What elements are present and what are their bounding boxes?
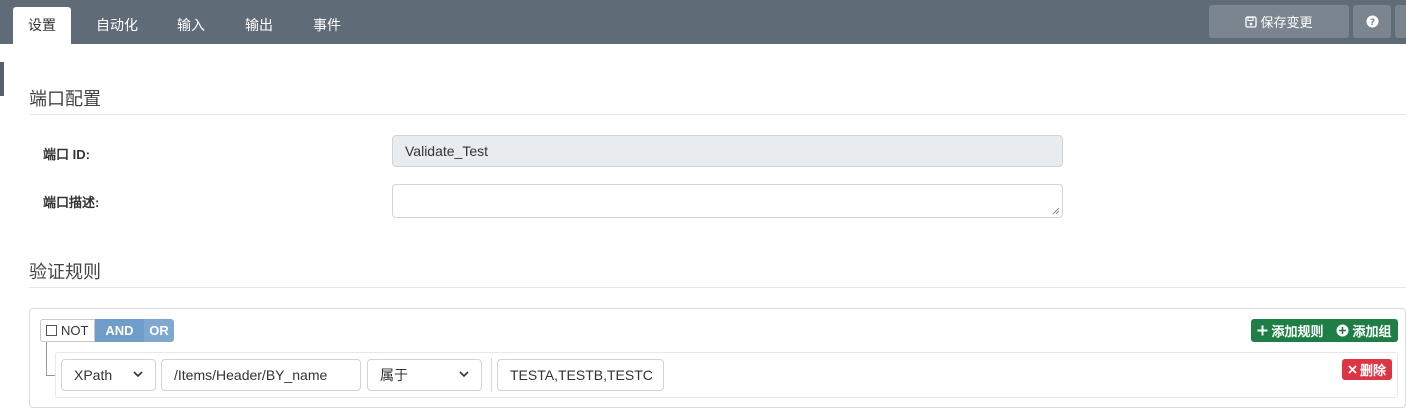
add-group-button[interactable]: 添加组: [1330, 319, 1398, 342]
plus-icon: [1257, 325, 1268, 336]
port-description-label: 端口描述:: [43, 195, 100, 210]
left-edge-strip: [0, 62, 4, 96]
field-select[interactable]: XPath: [61, 359, 156, 391]
tree-connector: [46, 342, 47, 376]
floppy-disk-icon: [1245, 15, 1258, 28]
operator-select-value: 属于: [380, 367, 408, 383]
delete-rule-button[interactable]: 删除: [1342, 359, 1392, 380]
resize-grip-icon[interactable]: [1052, 207, 1060, 215]
top-tab-bar: 设置 自动化 输入 输出 事件 保存变更 ?: [0, 0, 1406, 44]
not-label: NOT: [61, 323, 89, 338]
xpath-input[interactable]: /Items/Header/BY_name: [161, 359, 361, 391]
port-id-label: 端口 ID:: [43, 147, 90, 162]
tab-output[interactable]: 输出: [232, 7, 286, 44]
svg-text:?: ?: [1369, 18, 1374, 28]
close-icon: [1348, 365, 1357, 374]
tab-events[interactable]: 事件: [300, 7, 354, 44]
or-button[interactable]: OR: [144, 319, 174, 342]
tab-automation[interactable]: 自动化: [85, 7, 149, 44]
value-input[interactable]: TESTA,TESTB,TESTC: [497, 359, 664, 391]
add-rule-button[interactable]: 添加规则: [1251, 319, 1330, 342]
operator-select[interactable]: 属于: [367, 359, 482, 391]
not-toggle[interactable]: NOT: [40, 319, 95, 342]
divider: [29, 287, 1406, 288]
question-circle-icon: ?: [1366, 15, 1378, 28]
help-button[interactable]: ?: [1353, 5, 1391, 38]
plus-circle-icon: [1336, 324, 1349, 337]
save-changes-button[interactable]: 保存变更: [1209, 5, 1349, 38]
chevron-down-icon: [133, 371, 143, 378]
save-changes-label: 保存变更: [1260, 15, 1313, 30]
tab-input[interactable]: 输入: [164, 7, 218, 44]
checkbox-icon[interactable]: [46, 325, 57, 336]
toolbar-overflow-button[interactable]: [1395, 5, 1406, 38]
add-rule-label: 添加规则: [1271, 324, 1324, 339]
delete-rule-label: 删除: [1359, 363, 1386, 378]
value-separator: [491, 358, 492, 392]
and-button[interactable]: AND: [95, 319, 144, 342]
tab-settings[interactable]: 设置: [13, 7, 71, 44]
port-config-heading: 端口配置: [29, 89, 101, 109]
port-id-field[interactable]: Validate_Test: [392, 135, 1063, 167]
port-description-field[interactable]: [392, 184, 1063, 218]
field-select-value: XPath: [74, 367, 113, 383]
divider: [29, 114, 1406, 115]
chevron-down-icon: [459, 371, 469, 378]
validation-rules-heading: 验证规则: [29, 262, 101, 282]
add-group-label: 添加组: [1352, 324, 1392, 339]
